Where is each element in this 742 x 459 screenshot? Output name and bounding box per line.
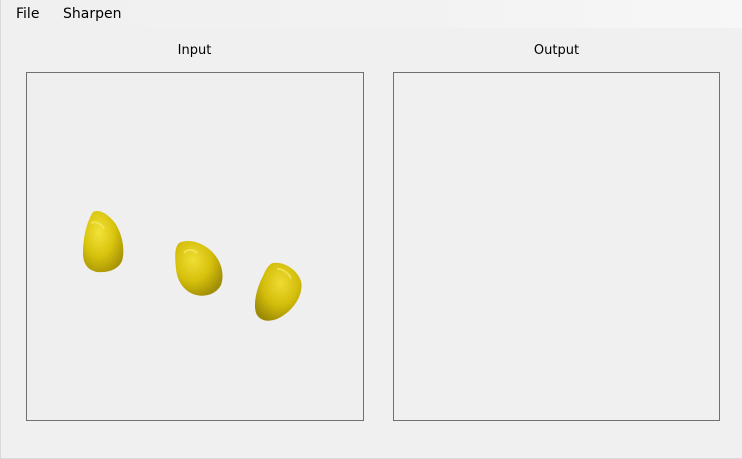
input-panel-title: Input xyxy=(177,43,212,58)
corn-kernel-3 xyxy=(254,262,302,321)
menu-bar: File Sharpen xyxy=(1,0,742,28)
input-image xyxy=(83,211,302,321)
menu-file[interactable]: File xyxy=(14,5,41,23)
output-image-box xyxy=(393,72,720,421)
input-image-box xyxy=(26,72,364,421)
corn-kernel-1 xyxy=(83,211,124,273)
menu-sharpen[interactable]: Sharpen xyxy=(61,5,123,23)
corn-kernel-2 xyxy=(175,241,223,296)
main-window: File Sharpen Input Output xyxy=(0,0,742,459)
output-panel-title: Output xyxy=(533,43,580,58)
